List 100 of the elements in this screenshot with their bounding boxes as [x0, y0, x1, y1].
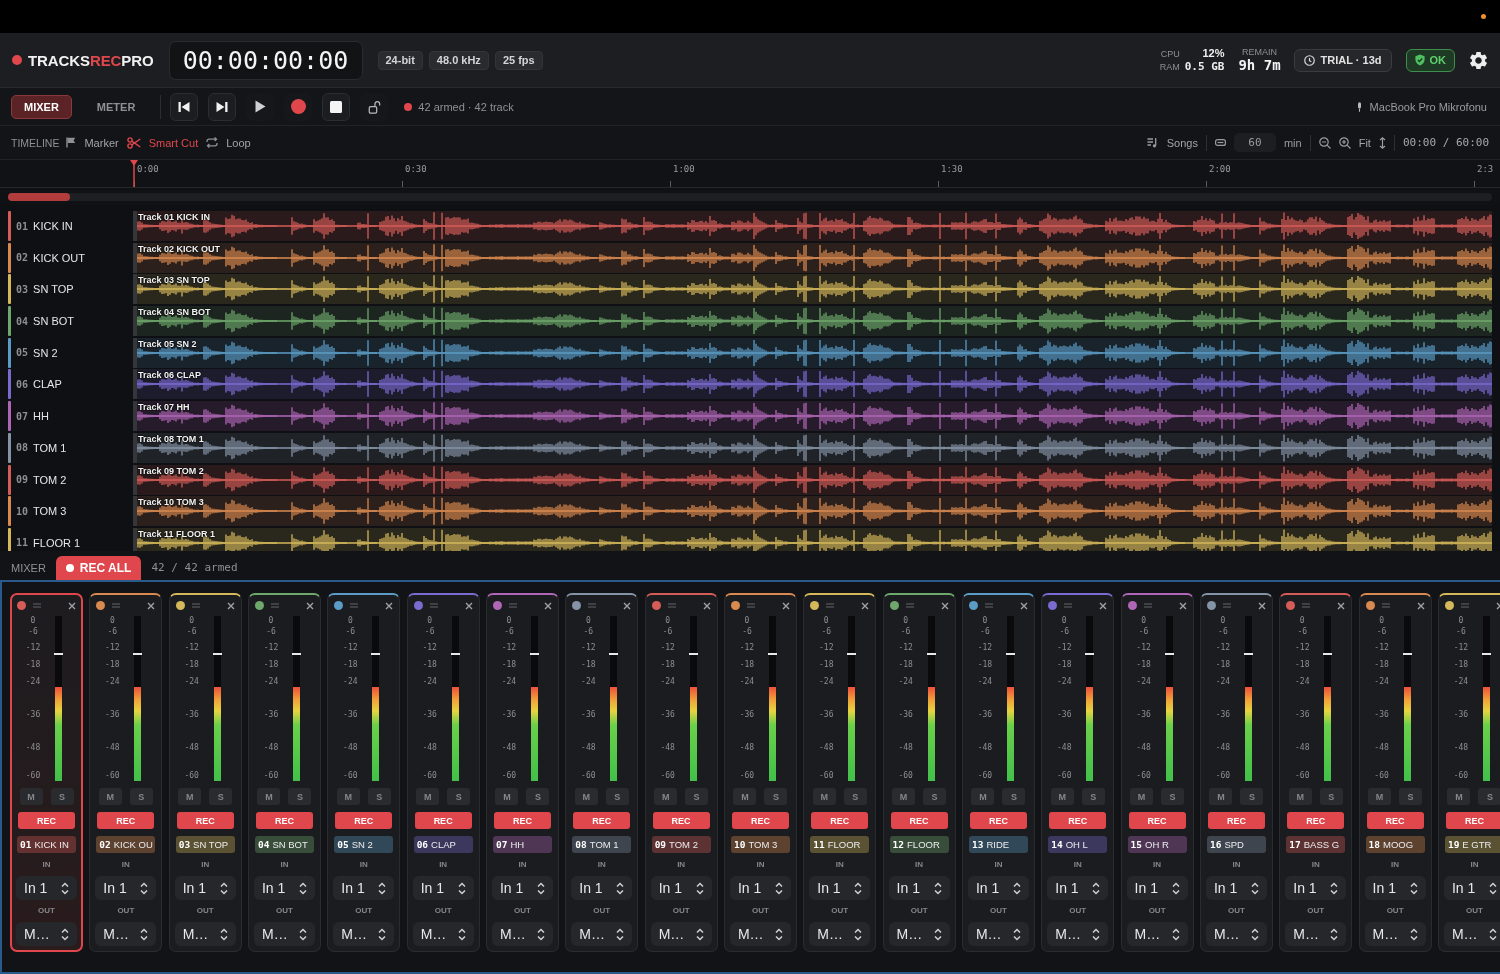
timeline-ruler[interactable]: 0:00 0:30 1:00 1:30 2:00 2:3	[0, 160, 1500, 188]
grip-icon[interactable]	[191, 603, 200, 608]
mute-button[interactable]: M	[1050, 788, 1074, 805]
output-select[interactable]: M…	[95, 922, 157, 946]
solo-button[interactable]: S	[605, 788, 629, 805]
record-arm-button[interactable]: REC	[1366, 812, 1424, 829]
track-name[interactable]: FLOOR 1	[33, 536, 81, 549]
output-select[interactable]: M…	[1285, 922, 1347, 946]
mute-button[interactable]: M	[733, 788, 757, 805]
solo-button[interactable]: S	[50, 788, 74, 805]
output-select[interactable]: M…	[1047, 922, 1109, 946]
record-arm-button[interactable]: REC	[335, 812, 393, 829]
mute-button[interactable]: M	[257, 788, 281, 805]
solo-button[interactable]: S	[367, 788, 391, 805]
rec-all-button[interactable]: REC ALL	[55, 556, 142, 580]
grip-icon[interactable]	[984, 603, 993, 608]
record-arm-button[interactable]: REC	[890, 812, 948, 829]
grip-icon[interactable]	[1302, 603, 1311, 608]
channel-strip[interactable]: 0 -6 -12 -18 -24 -36 -48 -60 M S REC 19 E GTR IN In 1 OUT M…	[1437, 593, 1500, 952]
audio-clip[interactable]: Track 04 SN BOT	[133, 306, 1492, 337]
audio-clip[interactable]: Track 09 TOM 2	[133, 464, 1492, 495]
track-name[interactable]: TOM 1	[33, 441, 67, 454]
close-icon[interactable]	[861, 601, 870, 610]
output-select[interactable]: M…	[571, 922, 633, 946]
close-icon[interactable]	[226, 601, 235, 610]
close-icon[interactable]	[702, 601, 711, 610]
input-select[interactable]: In 1	[967, 876, 1029, 900]
skip-back-button[interactable]	[170, 92, 199, 121]
track-name[interactable]: KICK OUT	[33, 251, 85, 264]
close-icon[interactable]	[1495, 601, 1500, 610]
audio-clip[interactable]: Track 05 SN 2	[133, 337, 1492, 368]
close-icon[interactable]	[306, 601, 314, 610]
close-icon[interactable]	[68, 601, 76, 610]
mute-button[interactable]: M	[1209, 788, 1233, 805]
duration-input[interactable]: 60	[1233, 133, 1276, 152]
input-select[interactable]: In 1	[1126, 876, 1188, 900]
record-arm-button[interactable]: REC	[1207, 812, 1265, 829]
mute-button[interactable]: M	[892, 788, 916, 805]
grip-icon[interactable]	[1143, 603, 1152, 608]
loop-tool-button[interactable]: Loop	[206, 136, 251, 149]
channel-strip[interactable]: 0 -6 -12 -18 -24 -36 -48 -60 M S REC 14 OH L IN In 1 OUT M…	[1041, 593, 1115, 952]
grip-icon[interactable]	[1460, 603, 1469, 608]
channel-strip[interactable]: 0 -6 -12 -18 -24 -36 -48 -60 M S REC 08 TOM 1 IN In 1 OUT M…	[565, 593, 639, 952]
solo-button[interactable]: S	[1478, 788, 1500, 805]
mute-button[interactable]: M	[971, 788, 995, 805]
output-select[interactable]: M…	[174, 922, 236, 946]
input-select[interactable]: In 1	[174, 876, 236, 900]
cut-tool-button[interactable]: Smart Cut	[126, 136, 199, 149]
mute-button[interactable]: M	[19, 788, 43, 805]
solo-button[interactable]: S	[843, 788, 867, 805]
channel-strip[interactable]: 0 -6 -12 -18 -24 -36 -48 -60 M S REC 04 SN BOT IN In 1 OUT M…	[248, 593, 321, 952]
channel-strip[interactable]: 0 -6 -12 -18 -24 -36 -48 -60 M S REC 06 CLAP IN In 1 OUT M…	[406, 593, 480, 952]
solo-button[interactable]: S	[923, 788, 947, 805]
channel-strip[interactable]: 0 -6 -12 -18 -24 -36 -48 -60 M S REC 12 FLOOR IN In 1 OUT M…	[882, 593, 956, 952]
close-icon[interactable]	[940, 601, 949, 610]
channel-strip[interactable]: 0 -6 -12 -18 -24 -36 -48 -60 M S REC 02 KICK OU IN In 1 OUT M…	[89, 593, 163, 952]
mute-button[interactable]: M	[654, 788, 678, 805]
grip-icon[interactable]	[905, 603, 914, 608]
close-icon[interactable]	[623, 601, 632, 610]
close-icon[interactable]	[1337, 601, 1346, 610]
record-arm-button[interactable]: REC	[256, 812, 313, 829]
channel-strip[interactable]: 0 -6 -12 -18 -24 -36 -48 -60 M S REC 18 MOOG IN In 1 OUT M…	[1358, 593, 1432, 952]
mute-button[interactable]: M	[178, 788, 202, 805]
grip-icon[interactable]	[588, 603, 597, 608]
output-select[interactable]: M…	[1443, 922, 1500, 946]
fit-button[interactable]: Fit	[1358, 136, 1371, 149]
mute-button[interactable]: M	[1447, 788, 1471, 805]
output-select[interactable]: M…	[729, 922, 791, 946]
track-name[interactable]: SN 2	[33, 346, 58, 359]
record-arm-button[interactable]: REC	[573, 812, 631, 829]
audio-clip[interactable]: Track 02 KICK OUT	[133, 242, 1492, 273]
record-arm-button[interactable]: REC	[97, 812, 155, 829]
grip-icon[interactable]	[667, 603, 676, 608]
record-arm-button[interactable]: REC	[1287, 812, 1345, 829]
record-arm-button[interactable]: REC	[811, 812, 869, 829]
output-select[interactable]: M…	[809, 922, 871, 946]
input-select[interactable]: In 1	[650, 876, 712, 900]
record-arm-button[interactable]: REC	[1128, 812, 1186, 829]
input-select[interactable]: In 1	[1364, 876, 1426, 900]
solo-button[interactable]: S	[1399, 788, 1423, 805]
record-arm-button[interactable]: REC	[1049, 812, 1107, 829]
mute-button[interactable]: M	[574, 788, 598, 805]
grip-icon[interactable]	[429, 603, 438, 608]
channel-strip[interactable]: 0 -6 -12 -18 -24 -36 -48 -60 M S REC 05 SN 2 IN In 1 OUT M…	[327, 593, 401, 952]
output-select[interactable]: M…	[888, 922, 950, 946]
input-select[interactable]: In 1	[95, 876, 157, 900]
mute-button[interactable]: M	[495, 788, 519, 805]
mute-button[interactable]: M	[416, 788, 440, 805]
track-name[interactable]: SN BOT	[33, 315, 74, 328]
output-select[interactable]: M…	[967, 922, 1029, 946]
grip-icon[interactable]	[112, 603, 121, 608]
input-select[interactable]: In 1	[1443, 876, 1500, 900]
solo-button[interactable]: S	[1002, 788, 1026, 805]
grip-icon[interactable]	[746, 603, 755, 608]
solo-button[interactable]: S	[1240, 788, 1264, 805]
audio-clip[interactable]: Track 01 KICK IN	[133, 211, 1492, 241]
zoom-in-icon[interactable]	[1338, 136, 1351, 149]
close-icon[interactable]	[781, 601, 790, 610]
solo-button[interactable]: S	[129, 788, 153, 805]
track-name[interactable]: HH	[33, 410, 49, 423]
